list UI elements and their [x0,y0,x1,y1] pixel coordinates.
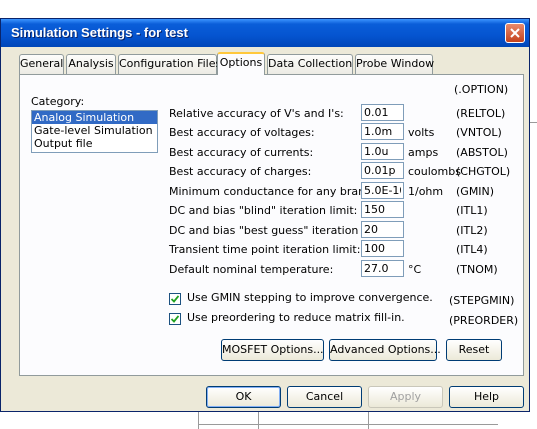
itl4-input[interactable] [361,240,404,257]
preorder-option: (PREORDER) [449,314,519,327]
gmin-label: Minimum conductance for any branch: [169,185,382,198]
close-button[interactable] [505,23,525,43]
gmin-option: (GMIN) [456,185,495,198]
gmin-unit: 1/ohm [408,185,444,198]
tab-label: Options [219,56,263,69]
options-panel: (.OPTION) Category: Analog Simulation Ga… [19,74,524,376]
stepgmin-option: (STEPGMIN) [449,294,515,307]
help-button[interactable]: Help [449,386,524,408]
itl2-label: DC and bias "best guess" iteration limit… [169,224,390,237]
category-item-gate-level-simulation[interactable]: Gate-level Simulation [32,124,157,137]
mosfet-options-button[interactable]: MOSFET Options... [221,339,324,361]
tab-data-collection[interactable]: Data Collection [267,54,353,74]
itl4-label: Transient time point iteration limit: [169,243,361,256]
tab-general[interactable]: General [19,54,64,74]
tab-analysis[interactable]: Analysis [66,54,116,74]
background-line [258,412,259,429]
preorder-label[interactable]: Use preordering to reduce matrix fill-in… [187,311,405,324]
tab-label: Data Collection [268,57,353,70]
reltol-input[interactable] [361,104,404,121]
tnom-input[interactable] [361,260,404,277]
preorder-checkbox[interactable] [169,313,181,325]
tab-probe-window[interactable]: Probe Window [355,54,435,74]
itl4-option: (ITL4) [456,243,488,256]
abstol-option: (ABSTOL) [456,146,508,159]
tnom-unit: °C [408,263,422,276]
tnom-label: Default nominal temperature: [169,263,334,276]
chgtol-label: Best accuracy of charges: [169,165,312,178]
advanced-options-button[interactable]: Advanced Options... [329,339,441,361]
tab-label: Analysis [68,57,114,70]
checkmark-icon [171,295,179,303]
chgtol-option: (CHGTOL) [456,165,511,178]
chgtol-input[interactable] [361,162,404,179]
tab-label: General [20,57,64,70]
vntol-option: (VNTOL) [456,126,502,139]
tab-label: Probe Window [356,57,435,70]
tab-configuration-files[interactable]: Configuration Files [118,54,221,74]
category-list[interactable]: Analog Simulation Gate-level Simulation … [31,110,158,153]
itl1-option: (ITL1) [456,204,488,217]
close-icon [510,28,520,38]
ok-button[interactable]: OK [206,386,281,408]
option-header: (.OPTION) [454,83,509,96]
abstol-unit: amps [408,146,439,159]
apply-button[interactable]: Apply [368,386,443,408]
reltol-label: Relative accuracy of V's and I's: [169,107,344,120]
tab-options[interactable]: Options [217,52,265,75]
window-title: Simulation Settings - for test [11,25,188,40]
background-line [368,412,369,429]
tab-label: Configuration Files [119,57,222,70]
background-line [198,412,199,429]
category-label: Category: [31,95,85,108]
reset-button[interactable]: Reset [446,339,502,361]
itl1-label: DC and bias "blind" iteration limit: [169,204,358,217]
vntol-label: Best accuracy of voltages: [169,126,315,139]
vntol-unit: volts [408,126,435,139]
checkmark-icon [171,315,179,323]
background-line [198,424,498,425]
simulation-settings-dialog: Simulation Settings - for test General A… [0,18,530,412]
vntol-input[interactable] [361,123,404,140]
itl2-input[interactable] [361,221,404,238]
reltol-option: (RELTOL) [456,107,506,120]
stepgmin-checkbox[interactable] [169,293,181,305]
title-bar[interactable]: Simulation Settings - for test [1,19,529,47]
category-item-analog-simulation[interactable]: Analog Simulation [32,111,157,124]
chgtol-unit: coulombs [408,165,461,178]
gmin-input[interactable] [361,182,404,199]
itl2-option: (ITL2) [456,224,488,237]
tnom-option: (TNOM) [456,263,498,276]
itl1-input[interactable] [361,201,404,218]
abstol-input[interactable] [361,143,404,160]
stepgmin-label[interactable]: Use GMIN stepping to improve convergence… [187,291,433,304]
cancel-button[interactable]: Cancel [287,386,362,408]
category-item-output-file[interactable]: Output file [32,137,157,150]
background-line [530,122,537,123]
abstol-label: Best accuracy of currents: [169,146,314,159]
